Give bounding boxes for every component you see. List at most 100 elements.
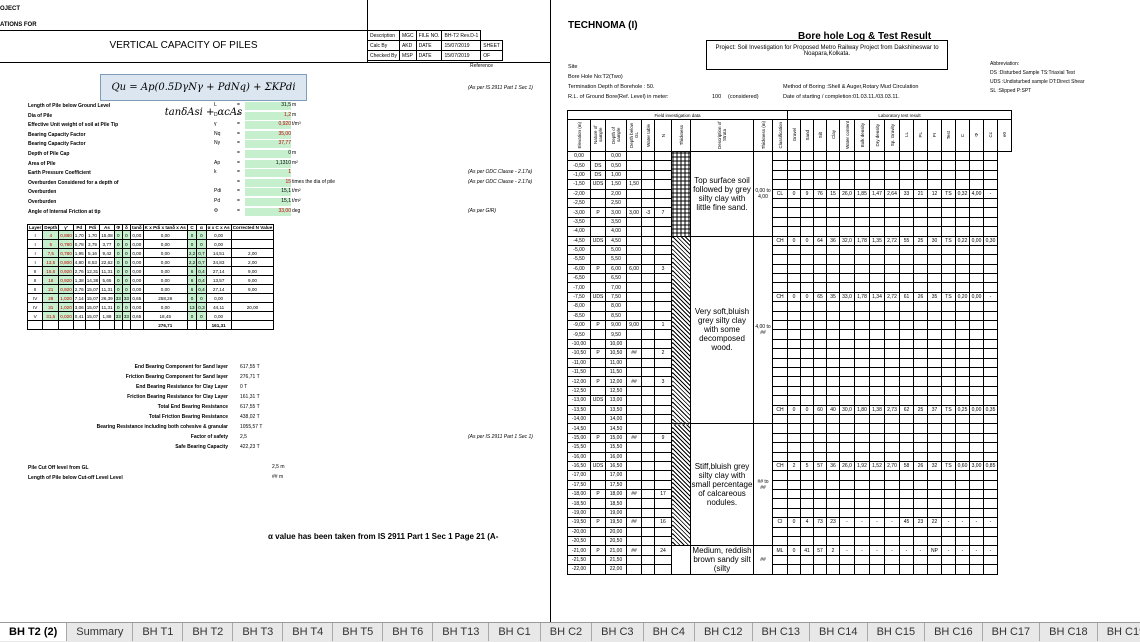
table-cell[interactable]: 0 <box>121 230 131 240</box>
lab-cell: 2,72 <box>884 291 900 303</box>
sheet-tab[interactable]: BH C13 <box>753 623 811 641</box>
param-value[interactable]: 15,1 <box>245 188 291 197</box>
sheet-tab[interactable]: BH C19 <box>1098 623 1140 641</box>
param-value[interactable]: 31,5 <box>245 102 291 110</box>
column-header-text: Water table <box>645 123 651 147</box>
sheet-tab[interactable]: BH T13 <box>433 623 490 641</box>
table-cell[interactable]: 0 <box>121 275 131 285</box>
table-cell[interactable]: 6 <box>186 275 198 285</box>
table-cell[interactable]: 0 <box>121 302 131 312</box>
table-cell[interactable]: 15,5 <box>42 266 60 276</box>
sheet-tab[interactable]: BH C18 <box>1040 623 1098 641</box>
table-cell[interactable]: 6 <box>186 284 198 294</box>
table-cell[interactable]: 5 <box>42 239 60 249</box>
table-cell[interactable]: 0 <box>113 239 123 249</box>
sheet-tab[interactable]: BH T3 <box>233 623 284 641</box>
table-cell[interactable]: 0 <box>186 293 198 303</box>
param-value[interactable]: 33,00 <box>245 207 291 216</box>
sheet-tab[interactable]: BH C3 <box>592 623 644 641</box>
table-cell[interactable]: 0 <box>113 257 123 267</box>
param-value[interactable]: 1,1310 <box>245 159 291 168</box>
table-cell[interactable]: 0,020 <box>58 311 74 321</box>
table-cell[interactable]: 0 <box>196 230 207 240</box>
table-cell[interactable]: 2,2 <box>186 257 198 267</box>
table-cell[interactable]: 0 <box>186 230 198 240</box>
table-cell[interactable]: 31 <box>42 302 60 312</box>
sheet-tab[interactable]: BH C12 <box>695 623 753 641</box>
param-value[interactable]: 0,920 <box>245 121 291 130</box>
table-cell[interactable]: 0,920 <box>58 266 74 276</box>
table-cell[interactable]: 0 <box>113 248 123 258</box>
table-cell[interactable]: 0 <box>113 230 123 240</box>
sheet-tab[interactable]: BH C4 <box>644 623 695 641</box>
param-value[interactable]: 1,2 <box>245 111 291 120</box>
sheet-tab[interactable]: BH C16 <box>925 623 983 641</box>
table-cell[interactable]: 31,5 <box>42 311 60 321</box>
table-cell[interactable]: 28 <box>42 293 60 303</box>
table-cell[interactable]: 0 <box>196 293 207 303</box>
table-cell[interactable]: 2,2 <box>186 248 198 258</box>
table-cell[interactable]: 0 <box>121 239 131 249</box>
sheet-tab[interactable]: BH T5 <box>333 623 384 641</box>
table-cell[interactable]: 0,7 <box>196 248 207 258</box>
table-cell[interactable]: 21 <box>42 284 60 294</box>
param-value[interactable]: 15,1 <box>245 198 291 206</box>
table-cell[interactable]: 33 <box>121 293 131 303</box>
table-cell[interactable]: 0 <box>113 302 123 312</box>
table-cell[interactable]: 33 <box>113 311 123 321</box>
sheet-tab[interactable]: BH C2 <box>541 623 593 641</box>
param-value[interactable]: 37,77 <box>245 140 291 149</box>
sheet-tab[interactable]: BH T1 <box>133 623 184 641</box>
param-value[interactable]: 0 <box>245 150 291 158</box>
table-cell[interactable]: 0,920 <box>58 275 74 285</box>
table-cell[interactable]: 0,3 <box>196 302 207 312</box>
table-cell[interactable]: 0,4 <box>196 275 207 285</box>
table-cell[interactable]: 0,780 <box>58 239 74 249</box>
param-value[interactable]: 35,00 <box>245 130 291 139</box>
table-cell[interactable]: 0,4 <box>196 266 207 276</box>
sheet-tab[interactable]: BH C14 <box>810 623 868 641</box>
table-cell[interactable]: 0 <box>186 311 198 321</box>
worksheet[interactable]: OJECT ATIONS FOR VERTICAL CAPACITY OF PI… <box>0 0 1140 622</box>
sheet-tab[interactable]: BH T6 <box>383 623 434 641</box>
sheet-tab[interactable]: BH T2 <box>183 623 234 641</box>
table-cell[interactable]: 1,020 <box>58 293 74 303</box>
table-cell[interactable]: 0 <box>121 248 131 258</box>
table-cell[interactable]: 33 <box>121 311 131 321</box>
sheet-tab[interactable]: BH C17 <box>983 623 1041 641</box>
table-cell[interactable]: 4 <box>42 230 60 240</box>
lab-cell <box>800 150 814 162</box>
sheet-tab[interactable]: BH C15 <box>868 623 926 641</box>
table-cell[interactable]: 0,880 <box>58 230 74 240</box>
table-cell[interactable]: 0 <box>196 311 207 321</box>
table-cell[interactable]: 6 <box>186 266 198 276</box>
table-cell: 26,39 <box>99 293 115 303</box>
table-cell[interactable]: 0,4 <box>196 284 207 294</box>
sheet-tab[interactable]: BH T2 (2) <box>0 623 68 641</box>
table-cell[interactable]: 0,800 <box>58 257 74 267</box>
table-cell[interactable]: 0 <box>113 284 123 294</box>
table-cell[interactable]: 7,5 <box>42 248 60 258</box>
table-cell[interactable]: 0,780 <box>58 248 74 258</box>
sheet-tab[interactable]: BH T4 <box>283 623 334 641</box>
sheet-tab[interactable]: BH C1 <box>489 623 541 641</box>
table-cell[interactable]: 0,7 <box>196 257 207 267</box>
table-cell[interactable]: 0,920 <box>58 284 74 294</box>
table-cell[interactable]: 0 <box>121 284 131 294</box>
table-cell[interactable]: 33 <box>113 293 123 303</box>
table-cell[interactable]: 13 <box>186 302 198 312</box>
table-cell[interactable]: 0 <box>196 239 207 249</box>
param-value[interactable]: 15 <box>245 178 291 187</box>
table-cell[interactable]: 0 <box>121 257 131 267</box>
n-value-cell <box>654 235 672 246</box>
sheet-tab[interactable]: Summary <box>67 623 134 641</box>
table-cell[interactable]: 0 <box>113 275 123 285</box>
lab-cell <box>869 160 885 171</box>
param-value[interactable]: 1 <box>245 169 291 178</box>
table-cell[interactable]: 0 <box>186 239 198 249</box>
table-cell[interactable]: 18 <box>42 275 60 285</box>
table-cell[interactable]: 13,5 <box>42 257 60 267</box>
table-cell[interactable]: 0 <box>113 266 123 276</box>
table-cell[interactable]: 1,020 <box>58 302 74 312</box>
table-cell[interactable]: 0 <box>121 266 131 276</box>
